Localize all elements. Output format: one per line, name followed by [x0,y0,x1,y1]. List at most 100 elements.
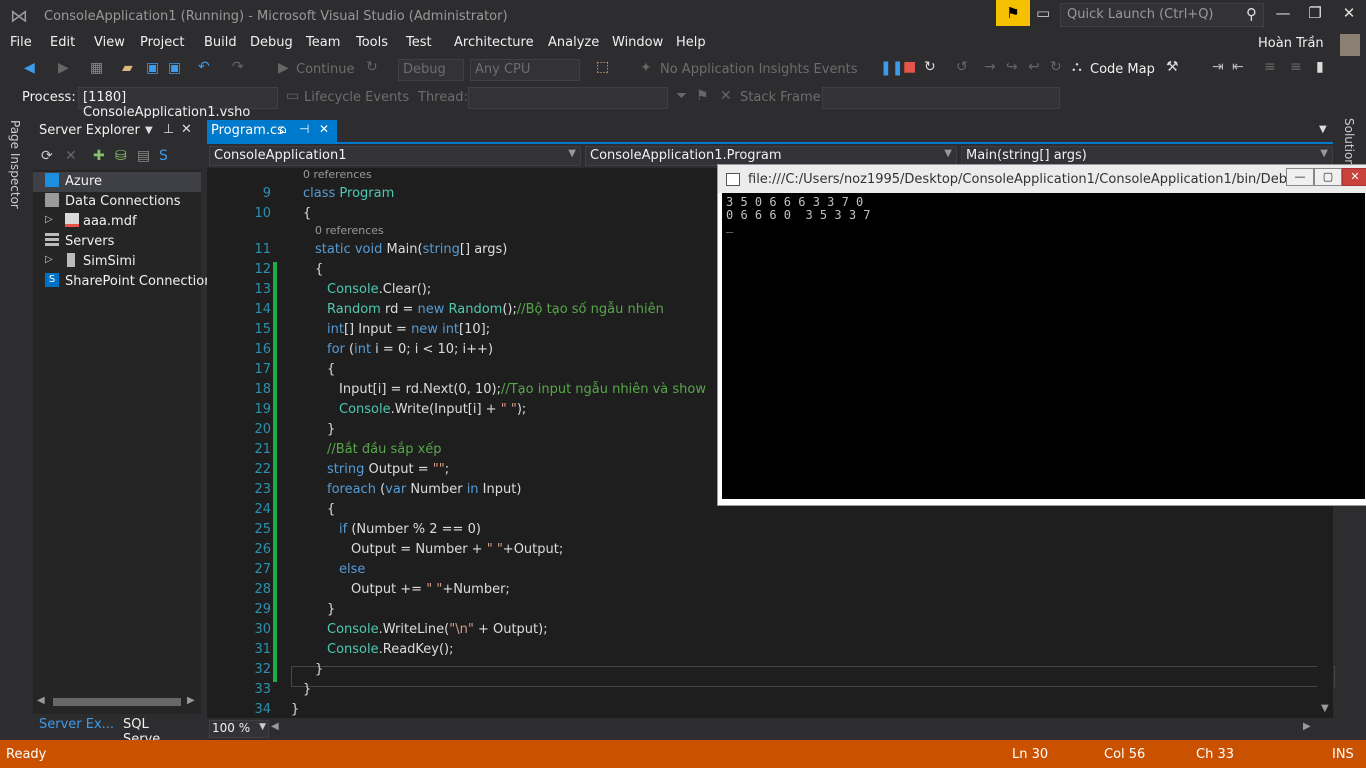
tree-item-simsimi[interactable]: ▷ SimSimi [33,252,201,272]
menu-architecture[interactable]: Architecture [454,35,534,50]
platform-select[interactable]: Any CPU [470,59,580,81]
tree-item-servers[interactable]: Servers [33,232,201,252]
scroll-right-icon[interactable]: ▶ [187,695,195,706]
menu-test[interactable]: Test [406,35,432,50]
expand-icon[interactable]: ▷ [45,254,53,265]
solution-explorer-tab[interactable]: Solution [1342,118,1356,167]
avatar[interactable] [1340,34,1360,56]
menu-file[interactable]: File [10,35,32,50]
menu-edit[interactable]: Edit [50,35,75,50]
save-icon[interactable]: ▣ [146,60,159,76]
uncomment-icon[interactable]: ≡ [1290,59,1302,75]
tools-icon[interactable]: ⚒ [1166,59,1179,75]
step-out-icon[interactable]: ↩ [1028,59,1040,75]
menu-window[interactable]: Window [612,35,663,50]
maximize-button[interactable]: ❐ [1300,4,1330,24]
outdent-icon[interactable]: ⇤ [1232,59,1244,75]
console-output[interactable]: 3 5 0 6 6 6 3 3 7 0 0 6 6 6 0 3 5 3 3 7 … [722,193,1365,499]
zoom-select[interactable]: 100 % ▼ [209,720,269,738]
step-over-icon[interactable]: ↪ [1006,59,1018,75]
tree-item-azure[interactable]: Azure [33,172,201,192]
stop-refresh-icon[interactable]: ✕ [65,148,77,164]
tab-server-explorer[interactable]: Server Ex... [39,717,114,732]
tree-item-aaa-mdf[interactable]: ▷ aaa.mdf [33,212,201,232]
split-stacks-icon[interactable]: ✕ [720,88,732,104]
page-inspector-tab[interactable]: Page Inspector [8,120,22,209]
menu-view[interactable]: View [94,35,125,50]
connect-server-icon[interactable]: ▤ [137,148,150,164]
menu-team[interactable]: Team [306,35,340,50]
expand-icon[interactable]: ▷ [45,214,53,225]
scroll-down-icon[interactable]: ▼ [1321,703,1329,714]
back-icon[interactable]: ◀ [24,60,35,76]
close-window-button[interactable]: ✕ [1334,4,1364,24]
stack-frame-select[interactable] [822,87,1060,109]
new-project-icon[interactable]: ▦ [90,60,103,76]
menu-tools[interactable]: Tools [356,35,388,50]
panel-close-icon[interactable]: ✕ [181,122,192,137]
connect-azure-icon[interactable]: ✚ [93,148,105,164]
tree-item-sharepoint[interactable]: S SharePoint Connections [33,272,219,292]
console-window[interactable]: file:///C:/Users/noz1995/Desktop/Console… [717,164,1366,506]
stop-icon[interactable]: ■ [903,59,916,75]
flag-threads-icon[interactable]: ⚑ [696,88,709,104]
panel-menu-icon[interactable]: ▼ [145,125,153,136]
feedback-icon[interactable]: ▭ [1036,4,1050,22]
menu-help[interactable]: Help [676,35,706,50]
horizontal-scrollbar[interactable]: ◀ ▶ [37,695,197,708]
code-map-button[interactable]: Code Map [1090,62,1155,77]
forward-icon[interactable]: ▶ [58,60,69,76]
scroll-left-icon[interactable]: ◀ [37,695,45,706]
scroll-left-icon[interactable]: ◀ [271,721,279,732]
continue-button[interactable]: Continue [296,62,354,77]
class-dropdown[interactable]: ConsoleApplication1.Program ▼ [585,146,957,166]
undo-icon[interactable]: ↶ [198,59,210,75]
console-maximize-button[interactable]: ▢ [1314,168,1342,186]
tree-item-data-connections[interactable]: Data Connections [33,192,201,212]
comment-icon[interactable]: ≡ [1264,59,1276,75]
refresh-icon[interactable]: ↻ [366,59,378,75]
codelens-references[interactable]: 0 references [315,224,384,237]
console-title-bar[interactable]: file:///C:/Users/noz1995/Desktop/Console… [718,165,1366,193]
codelens-references[interactable]: 0 references [303,168,372,181]
minimize-button[interactable]: — [1268,4,1298,24]
filter-icon[interactable]: ⏷ [676,88,687,104]
save-all-icon[interactable]: ▣ [168,60,181,76]
restart-icon[interactable]: ↻ [924,59,936,75]
quick-launch-input[interactable]: Quick Launch (Ctrl+Q) ⚲ [1060,3,1264,27]
configuration-select[interactable]: Debug [398,59,464,81]
menu-debug[interactable]: Debug [250,35,293,50]
step-into-icon[interactable]: → [984,59,996,75]
menu-project[interactable]: Project [140,35,184,50]
attach-icon[interactable]: ⬚ [596,59,609,75]
scrollbar-thumb[interactable] [53,698,181,706]
connect-database-icon[interactable]: ⛁ [115,148,127,164]
tab-program-cs[interactable]: Program.cs ⌂ ⊣ ✕ [207,120,337,142]
bookmark-icon[interactable]: ▮ [1316,59,1324,75]
project-dropdown[interactable]: ConsoleApplication1 ▼ [209,146,581,166]
tab-list-icon[interactable]: ▼ [1319,124,1327,135]
show-next-statement-icon[interactable]: ↺ [956,59,968,75]
process-select[interactable]: [1180] ConsoleApplication1.vsho [78,87,278,120]
refresh-icon[interactable]: ⟳ [41,148,53,164]
user-name[interactable]: Hoàn Trần [1258,36,1324,51]
console-close-button[interactable]: ✕ [1342,168,1366,186]
notification-flag-icon[interactable]: ⚑ [996,0,1030,26]
thread-select[interactable] [468,87,668,109]
open-file-icon[interactable]: ▰ [122,60,133,76]
connect-sharepoint-icon[interactable]: S [159,148,168,164]
insights-dropdown[interactable]: No Application Insights Events [660,62,858,77]
indent-icon[interactable]: ⇥ [1212,59,1224,75]
pause-icon[interactable]: ❚❚ [880,60,903,76]
hot-reload-icon[interactable]: ↻ [1050,59,1062,75]
redo-icon[interactable]: ↷ [232,59,244,75]
menu-analyze[interactable]: Analyze [548,35,599,50]
pin-icon[interactable]: ⊥ [163,122,174,137]
member-dropdown[interactable]: Main(string[] args) ▼ [961,146,1333,166]
menu-build[interactable]: Build [204,35,237,50]
scroll-right-icon[interactable]: ▶ [1303,721,1311,732]
close-tab-icon[interactable]: ✕ [319,122,329,136]
console-minimize-button[interactable]: — [1286,168,1314,186]
pin-tab-icon[interactable]: ⊣ [299,122,309,136]
lifecycle-events-dropdown[interactable]: Lifecycle Events [304,90,409,105]
